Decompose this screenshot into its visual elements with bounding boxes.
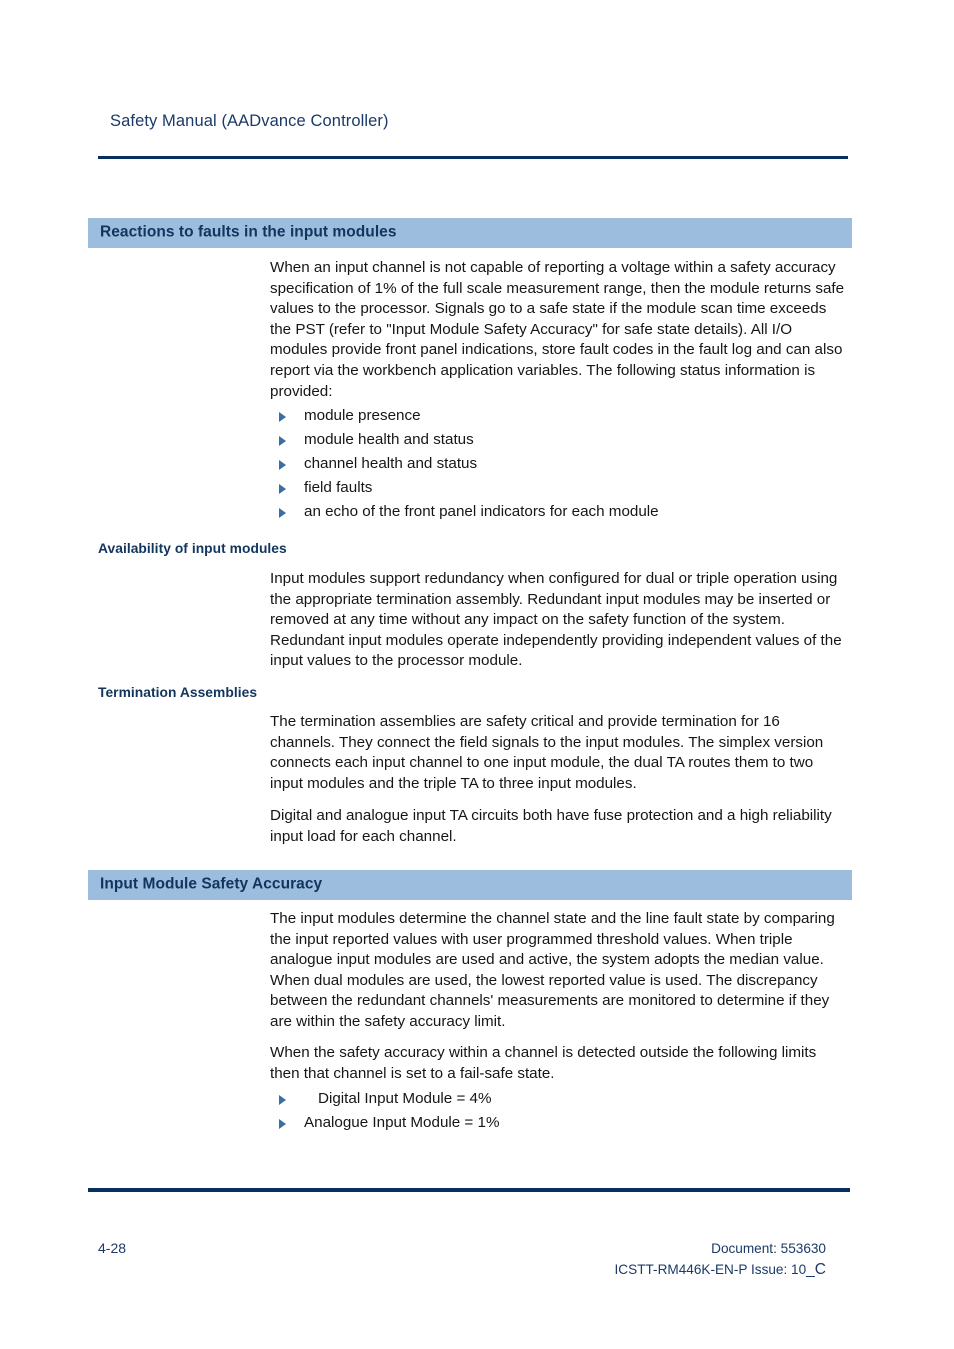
footer-document-info: Document: 553630 ICSTT-RM446K-EN-P Issue… [615,1238,826,1280]
list-item: channel health and status [270,452,848,476]
triangle-bullet-icon [279,484,286,494]
triangle-bullet-icon [279,508,286,518]
list-item: an echo of the front panel indicators fo… [270,500,848,524]
section-banner-accuracy-label: Input Module Safety Accuracy [100,875,323,893]
footer-issue-prefix: ICSTT-RM446K-EN-P Issue: 10 [614,1262,807,1277]
paragraph-accuracy-first: The input modules determine the channel … [270,910,835,1030]
list-item-label: Analogue Input Module = 1% [304,1114,500,1131]
list-item-label: module health and status [304,431,474,448]
paragraph-reactions-intro: When an input channel is not capable of … [270,259,845,400]
list-item: module presence [270,404,848,428]
running-header-title: Safety Manual (AADvance Controller) [110,112,389,130]
header-divider-rule [98,156,848,159]
list-item-label: channel health and status [304,455,478,472]
subheading-termination-assemblies: Termination Assemblies [98,685,258,700]
list-item-label: an echo of the front panel indicators fo… [304,503,659,520]
triangle-bullet-icon [279,460,286,470]
footer-issue-line: ICSTT-RM446K-EN-P Issue: 10_C [615,1259,826,1280]
triangle-bullet-icon [279,436,286,446]
list-item-label: field faults [304,479,373,496]
paragraph-termination-second: Digital and analogue input TA circuits b… [270,807,832,845]
list-item-label: Digital Input Module = 4% [318,1090,492,1107]
footer-issue-suffix: _C [806,1261,826,1278]
triangle-bullet-icon [279,412,286,422]
list-item: field faults [270,476,848,500]
list-item-label: module presence [304,407,421,424]
section-banner-reactions-label: Reactions to faults in the input modules [100,223,397,241]
footer-divider-rule [88,1188,850,1192]
subheading-availability-of-input-modules: Availability of input modules [98,541,287,556]
footer-document-number: Document: 553630 [711,1241,826,1256]
footer-page-number: 4-28 [98,1240,127,1256]
bullet-list-safety-accuracy-limits: Digital Input Module = 4% Analogue Input… [270,1087,848,1135]
list-item: Digital Input Module = 4% [270,1087,848,1111]
section-banner-input-module-safety-accuracy: Input Module Safety Accuracy [88,870,852,900]
bullet-list-status-information: module presence module health and status… [270,404,848,524]
paragraph-termination-first: The termination assemblies are safety cr… [270,713,824,792]
triangle-bullet-icon [279,1095,286,1105]
list-item: module health and status [270,428,848,452]
section-banner-reactions: Reactions to faults in the input modules [88,218,852,248]
paragraph-accuracy-second: When the safety accuracy within a channe… [270,1044,817,1082]
list-item: Analogue Input Module = 1% [270,1111,848,1135]
triangle-bullet-icon [279,1119,286,1129]
document-page: Safety Manual (AADvance Controller) Reac… [0,0,954,1349]
paragraph-availability: Input modules support redundancy when co… [270,570,842,670]
